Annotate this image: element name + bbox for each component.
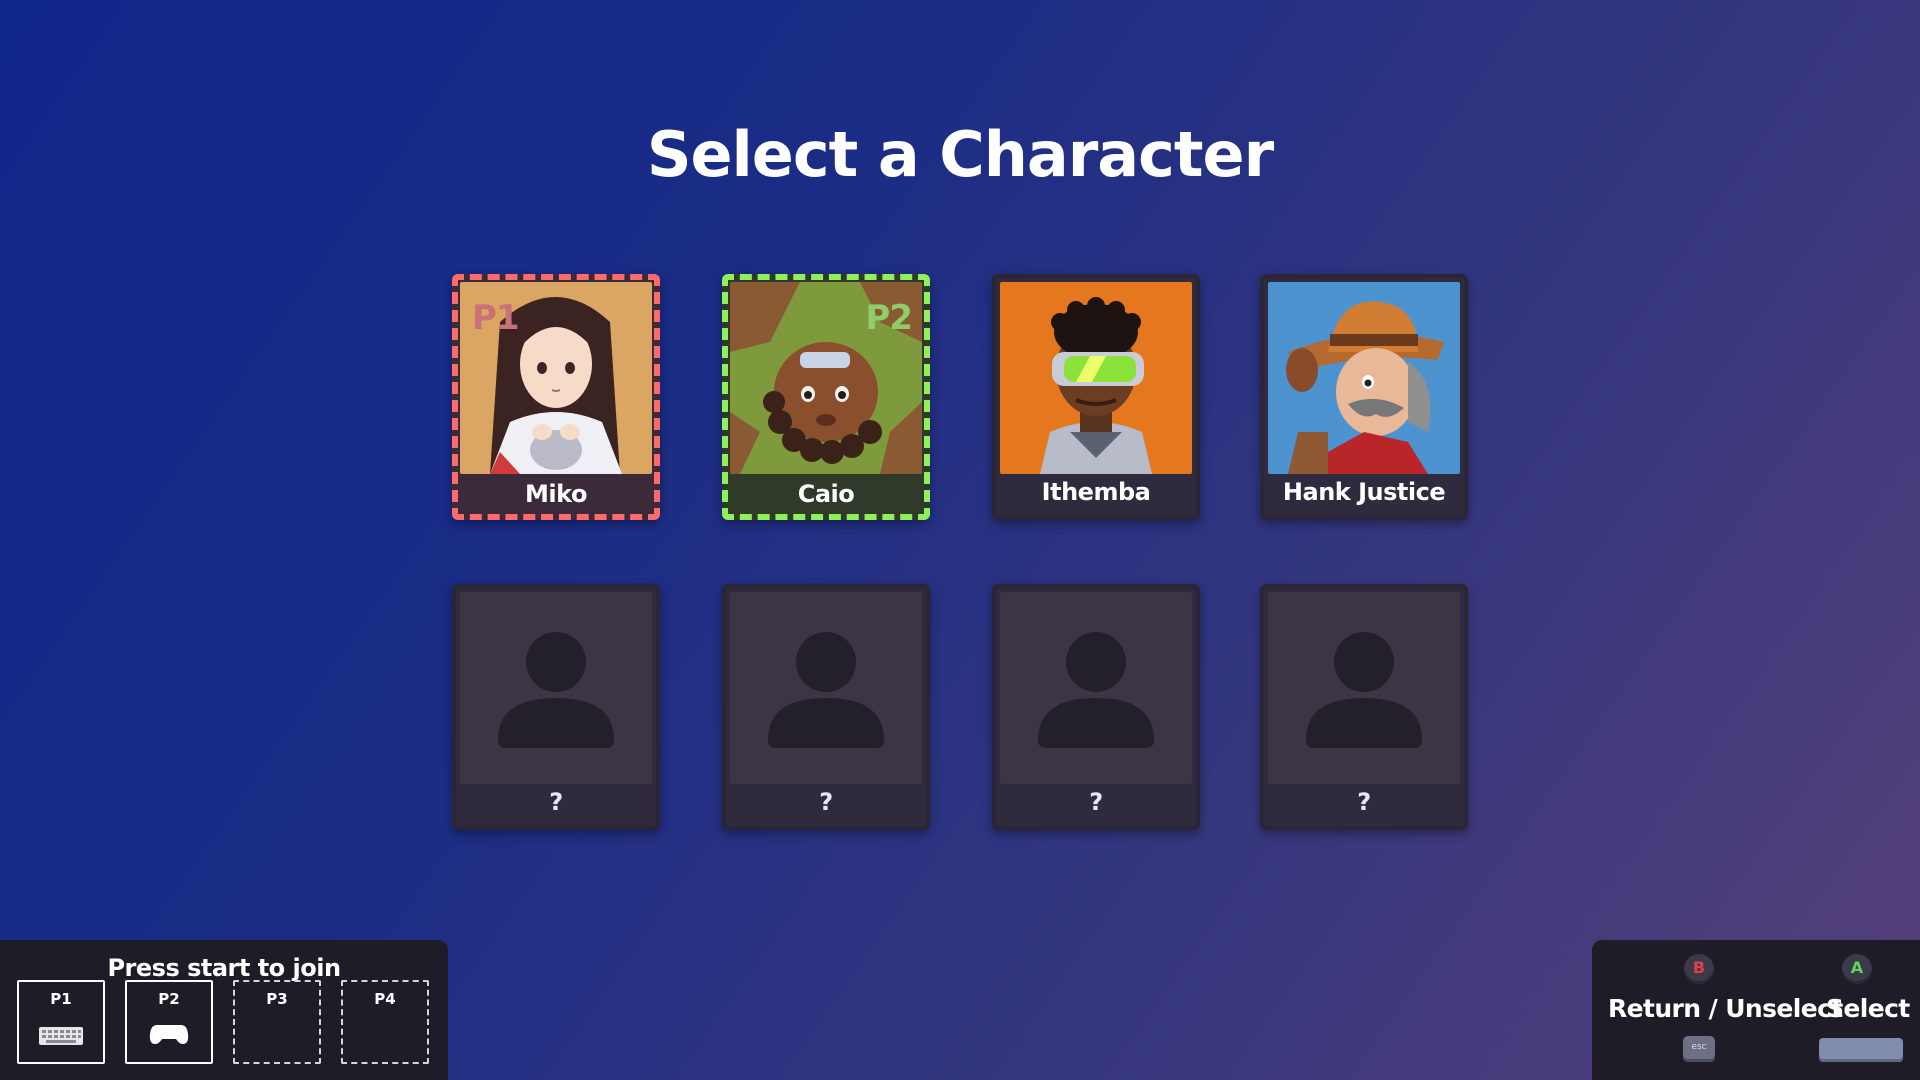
hank-justice-portrait — [1268, 282, 1460, 474]
return-unselect-label[interactable]: Return / Unselect — [1608, 994, 1843, 1023]
locked-character-card[interactable]: ? — [992, 584, 1200, 830]
page-title: Select a Character — [646, 118, 1274, 191]
player-slot-p3[interactable]: P3 — [233, 980, 321, 1064]
player-slot-p4[interactable]: P4 — [341, 980, 429, 1064]
character-card-ithemba[interactable]: Ithemba — [992, 274, 1200, 520]
a-button-icon: A — [1842, 954, 1872, 984]
character-name: ? — [549, 788, 563, 816]
character-name: ? — [1357, 788, 1371, 816]
b-button-icon: B — [1684, 954, 1714, 984]
esc-key-icon: esc — [1683, 1036, 1715, 1062]
slot-label: P4 — [374, 990, 396, 1008]
character-name: Caio — [797, 480, 855, 508]
slot-label: P2 — [158, 990, 180, 1008]
space-key-icon — [1819, 1038, 1903, 1062]
character-name: ? — [1089, 788, 1103, 816]
p2-selection-tag: P2 — [865, 298, 913, 338]
person-silhouette-icon — [1268, 592, 1460, 784]
ithemba-portrait — [1000, 282, 1192, 474]
character-name: Ithemba — [1041, 478, 1151, 506]
slot-label: P3 — [266, 990, 288, 1008]
keyboard-icon — [19, 1026, 103, 1050]
person-silhouette-icon — [460, 592, 652, 784]
person-silhouette-icon — [1000, 592, 1192, 784]
join-prompt: Press start to join — [107, 954, 341, 982]
person-silhouette-icon — [730, 592, 922, 784]
character-grid: P1 Miko P2 Caio Ithemba Hank Justice ? ?… — [452, 274, 1468, 830]
locked-character-card[interactable]: ? — [722, 584, 930, 830]
character-name: ? — [819, 788, 833, 816]
slot-label: P1 — [50, 990, 72, 1008]
player-slot-p1[interactable]: P1 — [17, 980, 105, 1064]
gamepad-icon — [127, 1022, 211, 1050]
character-name: Hank Justice — [1282, 478, 1446, 506]
player-join-panel: Press start to join P1 P2 P3 P4 — [0, 940, 448, 1080]
player-slot-p2[interactable]: P2 — [125, 980, 213, 1064]
select-label[interactable]: Select — [1826, 994, 1910, 1023]
controls-help-panel: B Return / Unselect esc A Select — [1592, 940, 1920, 1080]
p1-selection-tag: P1 — [472, 298, 520, 338]
character-card-miko[interactable]: P1 Miko — [452, 274, 660, 520]
character-card-hank-justice[interactable]: Hank Justice — [1260, 274, 1468, 520]
locked-character-card[interactable]: ? — [452, 584, 660, 830]
locked-character-card[interactable]: ? — [1260, 584, 1468, 830]
character-name: Miko — [525, 480, 587, 508]
character-card-caio[interactable]: P2 Caio — [722, 274, 930, 520]
